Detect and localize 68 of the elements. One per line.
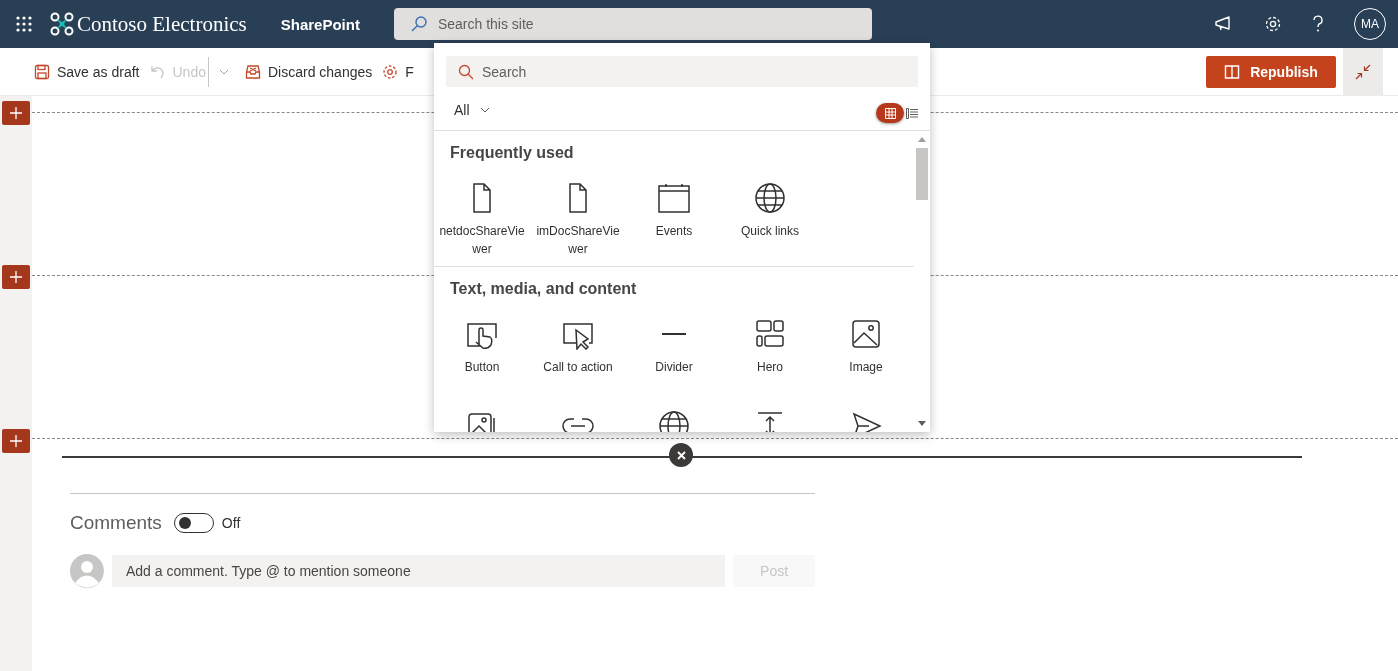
link-icon	[562, 418, 594, 432]
line-icon	[662, 333, 686, 335]
add-section-button[interactable]	[2, 101, 30, 125]
tiles-icon	[753, 318, 787, 350]
comment-input[interactable]: Add a comment. Type @ to mention someone	[111, 555, 726, 587]
tile-label: imDocShareViewer	[535, 223, 621, 258]
search-icon	[458, 64, 474, 80]
image-icon	[849, 318, 883, 350]
settings-icon	[382, 63, 399, 80]
scrollbar-thumb[interactable]	[916, 148, 928, 200]
app-launcher-icon[interactable]	[16, 16, 32, 32]
tile-label: Button	[463, 359, 501, 376]
tile-label: Call to action	[542, 359, 614, 376]
tile-label: netdocShareViewer	[439, 223, 525, 258]
group-heading: Text, media, and content	[449, 279, 638, 299]
toolbox-search-field[interactable]: Search	[446, 56, 918, 87]
tile-label: Divider	[654, 359, 694, 376]
tile-label: Hero	[756, 359, 784, 376]
app-name[interactable]: SharePoint	[280, 15, 360, 33]
plus-icon	[10, 107, 22, 119]
web-part-tile[interactable]: Events	[626, 170, 722, 266]
group-heading: Frequently used	[449, 143, 575, 163]
settings-icon[interactable]	[1264, 15, 1282, 33]
search-field[interactable]: Search this site	[393, 8, 872, 40]
grid-icon	[884, 107, 896, 119]
globe-icon	[753, 182, 787, 214]
avatar-icon	[70, 554, 104, 588]
republish-button[interactable]: Republish	[1206, 55, 1336, 88]
plus-icon	[10, 435, 22, 447]
tile-label: Events	[654, 223, 694, 240]
chevron-down-icon	[479, 107, 490, 113]
save-icon	[34, 63, 50, 80]
logo-icon	[50, 12, 74, 36]
plus-icon	[10, 271, 22, 283]
web-part-tile[interactable]: Divider	[626, 306, 722, 398]
toolbar-button[interactable]: F	[380, 59, 420, 84]
book-icon	[1224, 63, 1241, 80]
list-icon	[906, 107, 918, 119]
comments-toggle[interactable]	[173, 513, 214, 533]
tile-label: Quick links	[740, 223, 800, 240]
add-section-button[interactable]	[2, 429, 30, 453]
close-button[interactable]	[669, 443, 693, 467]
web-part-tile[interactable]: Hero	[722, 306, 818, 398]
add-section-button[interactable]	[2, 265, 30, 289]
scroll-up-icon[interactable]	[918, 137, 926, 142]
chevron-down-icon[interactable]	[218, 68, 229, 75]
web-part-tile[interactable]: Call to action	[530, 306, 626, 398]
close-icon	[676, 450, 686, 460]
calendar-icon	[657, 182, 691, 214]
web-part-tile[interactable]: netdocShareViewer	[434, 170, 530, 266]
toggle-state-label: Off	[221, 515, 241, 531]
category-dropdown[interactable]: All	[454, 102, 490, 118]
discard-icon	[244, 63, 261, 80]
scroll-down-icon[interactable]	[918, 421, 926, 426]
grid-view-button[interactable]	[876, 103, 904, 123]
web-part-tile[interactable]: Button	[434, 306, 530, 398]
undo-icon	[149, 63, 166, 80]
comments-heading: Comments	[70, 512, 162, 534]
collapse-icon	[1355, 63, 1371, 80]
site-logo-text[interactable]: Contoso Electronics	[77, 11, 247, 37]
search-icon	[409, 15, 428, 33]
help-icon[interactable]	[1312, 15, 1324, 33]
web-part-tile[interactable]: Image	[818, 306, 914, 398]
web-part-tile[interactable]: Quick links	[722, 170, 818, 266]
toolbar-button[interactable]: Save as draft	[32, 59, 146, 84]
web-part-tile[interactable]: imDocShareViewer	[530, 170, 626, 266]
toolbar-button[interactable]: Discard changes	[242, 59, 379, 84]
tile-label: Image	[848, 359, 884, 376]
